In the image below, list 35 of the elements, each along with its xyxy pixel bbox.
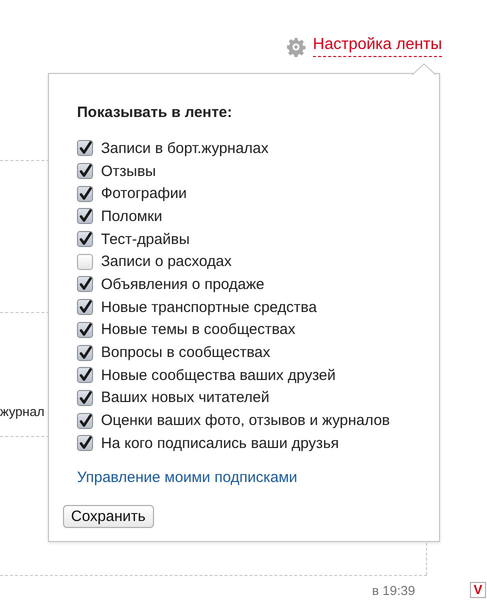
- feed-settings-link[interactable]: Настройка ленты: [312, 36, 442, 57]
- option-label: Объявления о продаже: [101, 276, 264, 293]
- checkbox[interactable]: [77, 231, 93, 248]
- checkbox[interactable]: [77, 435, 93, 452]
- checkbox[interactable]: [77, 322, 93, 338]
- option-label: Тест-драйвы: [101, 230, 190, 248]
- checkbox[interactable]: [77, 299, 93, 316]
- save-button[interactable]: Сохранить: [63, 504, 154, 528]
- checkbox[interactable]: [77, 186, 93, 202]
- option-label: Новые транспортные средства: [101, 298, 317, 316]
- post-text: журнал: [0, 404, 44, 419]
- checkbox[interactable]: [77, 412, 93, 429]
- option-label: Записи о расходах: [101, 253, 232, 270]
- timestamp: в 19:39: [372, 583, 416, 598]
- checkbox[interactable]: [77, 140, 93, 156]
- checkbox[interactable]: [77, 367, 93, 384]
- option-label: Поломки: [101, 208, 162, 225]
- checkbox[interactable]: [77, 344, 93, 361]
- option-label: Вопросы в сообществах: [101, 344, 270, 362]
- checkbox[interactable]: [77, 163, 93, 180]
- option-label: Записи в борт.журналах: [101, 140, 269, 157]
- option-label: Оценки ваших фото, отзывов и журналов: [101, 412, 390, 430]
- option-label: Ваших новых читателей: [101, 389, 270, 406]
- checkbox[interactable]: [77, 208, 93, 224]
- logo[interactable]: V: [470, 582, 486, 598]
- checkbox[interactable]: [77, 390, 93, 406]
- option-label: Новые сообщества ваших друзей: [101, 366, 336, 384]
- option-label: На кого подписались ваши друзья: [101, 434, 339, 452]
- option-label: Новые темы в сообществах: [101, 321, 296, 338]
- option-label: Фотографии: [101, 185, 187, 202]
- checkbox[interactable]: [77, 254, 93, 270]
- checkbox[interactable]: [77, 276, 93, 292]
- popup-heading: Показывать в ленте:: [77, 104, 234, 121]
- manage-subscriptions-link[interactable]: Управление моими подписками: [77, 468, 298, 486]
- option-label: Отзывы: [101, 162, 156, 180]
